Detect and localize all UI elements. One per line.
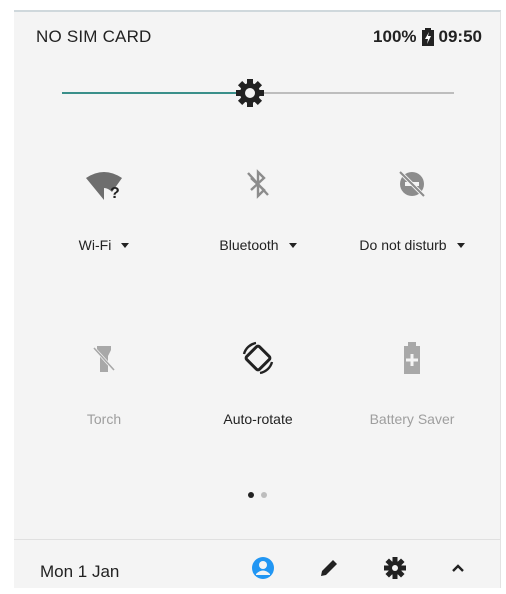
tile-do-not-disturb[interactable]: Do not disturb bbox=[332, 164, 492, 253]
battery-percent: 100% bbox=[373, 27, 417, 46]
chevron-down-icon[interactable] bbox=[121, 242, 130, 248]
brightness-track-fill bbox=[62, 92, 237, 94]
chevron-up-icon[interactable] bbox=[444, 554, 472, 582]
tile-auto-rotate-label-row: Auto-rotate bbox=[178, 411, 338, 427]
tile-auto-rotate-label: Auto-rotate bbox=[223, 411, 293, 427]
page-dot[interactable] bbox=[260, 492, 267, 498]
date-label: Mon 1 Jan bbox=[40, 562, 120, 581]
tile-dnd-label: Do not disturb bbox=[359, 237, 447, 253]
tile-wifi-label: Wi-Fi bbox=[78, 237, 112, 253]
footer-bar: Mon 1 Jan bbox=[14, 539, 500, 591]
settings-icon[interactable] bbox=[381, 554, 409, 582]
tile-bluetooth-label-row: Bluetooth bbox=[178, 237, 338, 253]
chevron-down-icon[interactable] bbox=[288, 242, 297, 248]
status-bar: NO SIM CARD 100% 09:50 bbox=[14, 24, 500, 54]
brightness-track bbox=[264, 92, 454, 94]
brightness-slider[interactable] bbox=[62, 78, 454, 108]
tile-auto-rotate[interactable]: Auto-rotate bbox=[178, 338, 338, 427]
clock: 09:50 bbox=[438, 27, 482, 46]
tile-battery-saver-label: Battery Saver bbox=[369, 411, 455, 427]
edit-icon[interactable] bbox=[315, 554, 343, 582]
chevron-down-icon[interactable] bbox=[456, 242, 465, 248]
carrier-label: NO SIM CARD bbox=[36, 27, 152, 46]
tile-torch[interactable]: Torch bbox=[24, 338, 184, 427]
do-not-disturb-off-icon bbox=[398, 170, 426, 198]
auto-rotate-icon bbox=[242, 341, 274, 375]
tile-torch-label: Torch bbox=[86, 411, 122, 427]
tile-bluetooth-label: Bluetooth bbox=[219, 237, 279, 253]
svg-text:?: ? bbox=[110, 185, 120, 202]
bluetooth-off-icon bbox=[247, 169, 269, 199]
wifi-unknown-icon: ? bbox=[86, 172, 122, 202]
battery-saver-icon bbox=[404, 342, 420, 374]
tile-battery-saver-label-row: Battery Saver bbox=[332, 411, 492, 427]
brightness-thumb-icon[interactable] bbox=[235, 78, 265, 108]
tile-wifi[interactable]: ? Wi-Fi bbox=[24, 164, 184, 253]
torch-off-icon bbox=[92, 346, 116, 372]
tile-torch-label-row: Torch bbox=[24, 411, 184, 427]
battery-charging-icon bbox=[421, 28, 434, 46]
tile-battery-saver[interactable]: Battery Saver bbox=[332, 338, 492, 427]
status-right: 100% 09:50 bbox=[373, 27, 482, 47]
tile-wifi-label-row: Wi-Fi bbox=[24, 237, 184, 253]
user-icon[interactable] bbox=[249, 554, 277, 582]
quick-settings-panel: NO SIM CARD 100% 09:50 ? Wi-Fi Bluetooth… bbox=[14, 10, 501, 588]
tile-bluetooth[interactable]: Bluetooth bbox=[178, 164, 338, 253]
page-indicator bbox=[14, 492, 500, 498]
tile-dnd-label-row: Do not disturb bbox=[332, 237, 492, 253]
page-dot-active[interactable] bbox=[247, 492, 254, 498]
